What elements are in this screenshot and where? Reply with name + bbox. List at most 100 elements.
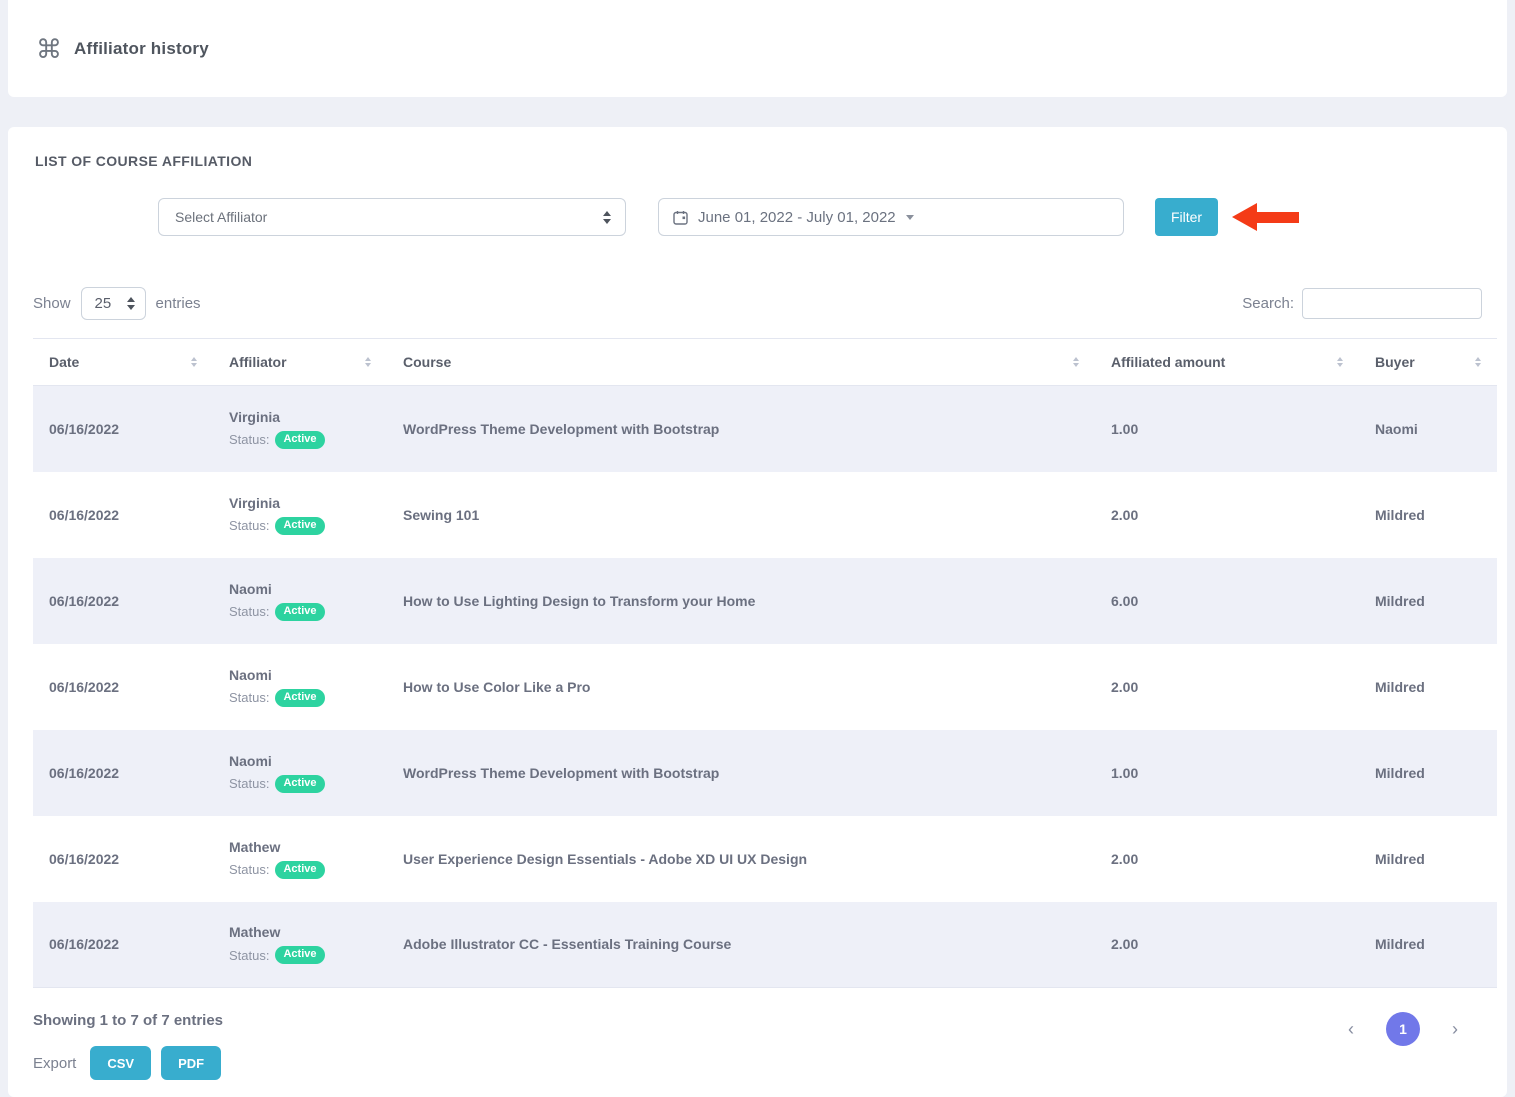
status-badge: Active: [275, 689, 324, 707]
table-row: 06/16/2022 Virginia Status: Active Sewin…: [33, 472, 1497, 558]
status-badge: Active: [275, 861, 324, 879]
affiliator-cell: Mathew Status: Active: [213, 816, 387, 902]
status-label: Status:: [229, 862, 269, 877]
status-label: Status:: [229, 690, 269, 705]
entries-label: entries: [156, 295, 201, 312]
buyer-cell: Mildred: [1359, 644, 1497, 730]
date-range-value: June 01, 2022 - July 01, 2022: [698, 209, 896, 226]
export-pdf-button[interactable]: PDF: [161, 1046, 221, 1080]
column-header-buyer[interactable]: Buyer: [1359, 339, 1497, 386]
table-row: 06/16/2022 Naomi Status: Active WordPres…: [33, 730, 1497, 816]
affiliator-name: Naomi: [229, 581, 371, 597]
buyer-cell: Mildred: [1359, 816, 1497, 902]
affiliator-select-value: Select Affiliator: [175, 209, 267, 225]
course-cell: User Experience Design Essentials - Adob…: [387, 816, 1095, 902]
status-badge: Active: [275, 431, 324, 449]
page-title: Affiliator history: [74, 39, 209, 59]
affiliator-cell: Naomi Status: Active: [213, 644, 387, 730]
pagination-previous-icon[interactable]: ‹: [1338, 1019, 1364, 1040]
sort-icon: [1337, 357, 1343, 367]
sort-icon: [191, 357, 197, 367]
table-footer: Showing 1 to 7 of 7 entries Export CSV P…: [33, 1012, 1482, 1080]
red-arrow-annotation: [1232, 203, 1299, 231]
export-label: Export: [33, 1055, 76, 1072]
buyer-cell: Mildred: [1359, 558, 1497, 644]
entries-summary: Showing 1 to 7 of 7 entries: [33, 1012, 231, 1029]
search-input[interactable]: [1302, 288, 1482, 319]
column-header-affiliated-amount[interactable]: Affiliated amount: [1095, 339, 1359, 386]
status-badge: Active: [275, 517, 324, 535]
command-icon: ⌘: [36, 36, 62, 62]
caret-down-icon: [906, 215, 914, 220]
amount-cell: 2.00: [1095, 902, 1359, 988]
search-label: Search:: [1242, 295, 1294, 312]
entries-length-select[interactable]: 25: [81, 287, 146, 320]
affiliator-name: Naomi: [229, 753, 371, 769]
status-label: Status:: [229, 604, 269, 619]
status-label: Status:: [229, 776, 269, 791]
select-arrows-icon: [603, 211, 611, 224]
table-row: 06/16/2022 Mathew Status: Active User Ex…: [33, 816, 1497, 902]
affiliator-cell: Mathew Status: Active: [213, 902, 387, 988]
select-arrows-icon: [127, 297, 135, 310]
pagination-page-1[interactable]: 1: [1386, 1012, 1420, 1046]
affiliator-cell: Naomi Status: Active: [213, 730, 387, 816]
course-cell: WordPress Theme Development with Bootstr…: [387, 730, 1095, 816]
column-header-course[interactable]: Course: [387, 339, 1095, 386]
amount-cell: 1.00: [1095, 386, 1359, 472]
panel-title: LIST OF COURSE AFFILIATION: [35, 153, 1482, 169]
date-cell: 06/16/2022: [33, 644, 213, 730]
page-header: ⌘ Affiliator history: [8, 0, 1507, 97]
date-cell: 06/16/2022: [33, 902, 213, 988]
buyer-cell: Naomi: [1359, 386, 1497, 472]
date-cell: 06/16/2022: [33, 386, 213, 472]
table-header-row: Date Affiliator Course Affiliated amount…: [33, 339, 1497, 386]
export-csv-button[interactable]: CSV: [90, 1046, 151, 1080]
table-row: 06/16/2022 Naomi Status: Active How to U…: [33, 644, 1497, 730]
date-cell: 06/16/2022: [33, 558, 213, 644]
course-cell: How to Use Color Like a Pro: [387, 644, 1095, 730]
entries-length-value: 25: [95, 295, 112, 312]
affiliation-table: Date Affiliator Course Affiliated amount…: [33, 338, 1497, 988]
course-cell: WordPress Theme Development with Bootstr…: [387, 386, 1095, 472]
filter-row: Select Affiliator June 01, 2022 - July 0…: [33, 198, 1482, 236]
amount-cell: 2.00: [1095, 644, 1359, 730]
date-range-picker[interactable]: June 01, 2022 - July 01, 2022: [658, 198, 1124, 236]
affiliator-name: Mathew: [229, 924, 371, 940]
sort-icon: [1073, 357, 1079, 367]
amount-cell: 6.00: [1095, 558, 1359, 644]
column-header-date[interactable]: Date: [33, 339, 213, 386]
affiliator-name: Naomi: [229, 667, 371, 683]
affiliator-cell: Naomi Status: Active: [213, 558, 387, 644]
date-cell: 06/16/2022: [33, 472, 213, 558]
status-badge: Active: [275, 775, 324, 793]
status-badge: Active: [275, 603, 324, 621]
sort-icon: [1475, 357, 1481, 367]
course-affiliation-panel: LIST OF COURSE AFFILIATION Select Affili…: [8, 127, 1507, 1097]
affiliator-cell: Virginia Status: Active: [213, 386, 387, 472]
status-badge: Active: [275, 946, 324, 964]
status-label: Status:: [229, 432, 269, 447]
affiliator-select[interactable]: Select Affiliator: [158, 198, 626, 236]
affiliator-name: Virginia: [229, 409, 371, 425]
date-cell: 06/16/2022: [33, 730, 213, 816]
table-row: 06/16/2022 Naomi Status: Active How to U…: [33, 558, 1497, 644]
affiliator-name: Mathew: [229, 839, 371, 855]
pagination-next-icon[interactable]: ›: [1442, 1019, 1468, 1040]
table-row: 06/16/2022 Virginia Status: Active WordP…: [33, 386, 1497, 472]
filter-button[interactable]: Filter: [1155, 198, 1218, 236]
course-cell: How to Use Lighting Design to Transform …: [387, 558, 1095, 644]
show-label: Show: [33, 295, 71, 312]
calendar-icon: [673, 210, 688, 225]
table-body: 06/16/2022 Virginia Status: Active WordP…: [33, 386, 1497, 988]
buyer-cell: Mildred: [1359, 730, 1497, 816]
buyer-cell: Mildred: [1359, 472, 1497, 558]
amount-cell: 2.00: [1095, 472, 1359, 558]
list-controls: Show 25 entries Search:: [33, 287, 1482, 320]
buyer-cell: Mildred: [1359, 902, 1497, 988]
date-cell: 06/16/2022: [33, 816, 213, 902]
amount-cell: 1.00: [1095, 730, 1359, 816]
pagination: ‹ 1 ›: [1338, 1012, 1468, 1046]
affiliator-cell: Virginia Status: Active: [213, 472, 387, 558]
column-header-affiliator[interactable]: Affiliator: [213, 339, 387, 386]
